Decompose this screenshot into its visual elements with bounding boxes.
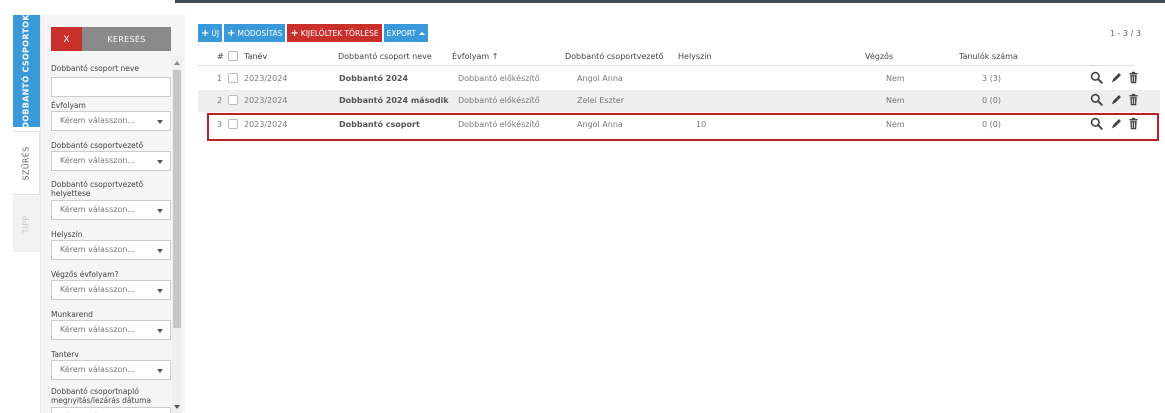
toolbar: + ÚJ + MÓDOSÍTÁS + KIJELÖLTEK TÖRLÉSE EXPOR… (198, 24, 429, 42)
col-location[interactable]: Helyszín (678, 52, 712, 61)
edit-button-label: MÓDOSÍTÁS (237, 28, 283, 38)
table-row[interactable]: 1 2023/2024 Dobbantó 2024 Dobbantó előkészí… (198, 68, 1160, 90)
col-year[interactable]: Tanév (244, 52, 267, 61)
filter-select-placeholder: Kérem válasszon... (60, 285, 136, 294)
new-button[interactable]: + ÚJ (198, 24, 223, 42)
scroll-up-arrow-icon[interactable] (174, 61, 180, 65)
filter-label: Dobbantó csoportvezető helyettese (51, 180, 144, 198)
cell-leader: Zelei Eszter (577, 96, 625, 105)
chevron-down-icon (157, 120, 163, 124)
chevron-down-icon (157, 369, 163, 373)
clear-filter-button[interactable]: X (51, 27, 82, 51)
caret-up-icon (419, 31, 426, 35)
plus-icon: + (227, 27, 236, 39)
scroll-down-arrow-icon[interactable] (174, 405, 180, 409)
delete-icon[interactable] (1127, 93, 1140, 106)
select-all-checkbox[interactable] (228, 51, 238, 61)
cell-graduating: Nem (886, 96, 905, 105)
filter-label: Dobbantó csoportnapló megnyitás/lezárás … (51, 387, 152, 405)
tab-label: SZŰRÉS (21, 146, 31, 180)
vertical-tabs: DOBBANTÓ CSOPORTOK SZŰRÉS TIPP (13, 13, 40, 413)
filter-label: Helyszín (51, 230, 83, 239)
pagination-info: 1 - 3 / 3 (1109, 29, 1141, 38)
plus-icon: + (290, 27, 299, 39)
filter-label: Évfolyam (51, 101, 86, 110)
filter-select-placeholder: Kérem válasszon... (60, 325, 136, 334)
export-button-label: EXPORT (386, 28, 417, 38)
export-button[interactable]: EXPORT (383, 24, 429, 42)
col-grade[interactable]: Évfolyam ↑ (452, 52, 498, 61)
row-checkbox[interactable] (228, 95, 238, 105)
delete-icon[interactable] (1127, 71, 1140, 84)
cell-students: 0 (0) (982, 96, 1001, 105)
cell-grade: Dobbantó előkészítő (458, 96, 540, 105)
row-number: 1 (217, 74, 223, 83)
filter-select-placeholder: Kérem válasszon... (60, 116, 136, 125)
filter-select[interactable]: Kérem válasszon... (51, 280, 171, 300)
cell-graduating: Nem (886, 74, 905, 83)
filter-select-placeholder: Kérem válasszon... (60, 205, 136, 214)
chevron-down-icon (157, 160, 163, 164)
filter-select[interactable]: Kérem válasszon... (51, 200, 171, 220)
edit-icon[interactable] (1110, 71, 1123, 84)
col-name[interactable]: Dobbantó csoport neve (338, 52, 432, 61)
row-checkbox[interactable] (228, 73, 238, 83)
filter-select[interactable]: Kérem válasszon... (51, 151, 171, 171)
tab-szures[interactable]: SZŰRÉS (13, 131, 40, 195)
cell-grade: Dobbantó előkészítő (458, 74, 540, 83)
col-leader[interactable]: Dobbantó csoportvezető (565, 52, 663, 61)
table-row[interactable]: 2 2023/2024 Dobbantó 2024 második Dobbantó … (198, 90, 1160, 112)
edit-icon[interactable] (1110, 93, 1123, 106)
filter-select[interactable]: Kérem válasszon... (51, 240, 171, 260)
delete-selected-button[interactable]: + KIJELÖLTEK TÖRLÉSE (287, 24, 382, 42)
view-icon[interactable] (1090, 71, 1103, 84)
search-button[interactable]: KERESÉS (82, 27, 171, 51)
filter-select[interactable]: Kérem válasszon... (51, 111, 171, 131)
filter-select-placeholder: Kérem válasszon... (60, 156, 136, 165)
sort-arrow-icon: ↑ (491, 52, 499, 61)
tab-label: TIPP (21, 214, 31, 234)
cell-year: 2023/2024 (244, 96, 288, 105)
col-num: # (217, 52, 224, 61)
cell-leader: Angol Anna (577, 74, 623, 83)
col-students[interactable]: Tanulók száma (959, 52, 1018, 61)
tab-tipp[interactable]: TIPP (13, 196, 40, 252)
selected-row-highlight (207, 113, 1159, 141)
filter-select-placeholder: Kérem válasszon... (60, 365, 136, 374)
filter-select-placeholder: Kérem válasszon... (60, 245, 136, 254)
cell-students: 3 (3) (982, 74, 1001, 83)
cell-year: 2023/2024 (244, 74, 288, 83)
filter-label: Dobbantó csoport neve (51, 64, 139, 73)
tab-label: DOBBANTÓ CSOPORTOK (22, 13, 32, 129)
filter-select[interactable]: Kérem válasszon... (51, 320, 171, 340)
table-header: # Tanév Dobbantó csoport neve Évfolyam ↑… (198, 48, 1134, 66)
view-icon[interactable] (1090, 93, 1103, 106)
chevron-down-icon (157, 289, 163, 293)
filter-label: Munkarend (51, 310, 93, 319)
cell-name: Dobbantó 2024 második (339, 96, 449, 105)
top-bar (0, 0, 1165, 4)
col-graduating[interactable]: Végzős (865, 52, 893, 61)
delete-button-label: KIJELÖLTEK TÖRLÉSE (300, 28, 379, 38)
tab-dobbanto-csoportok[interactable]: DOBBANTÓ CSOPORTOK (13, 13, 40, 129)
filter-scrollbar-thumb[interactable] (173, 70, 181, 328)
filter-select[interactable]: Kérem válasszon... (51, 407, 171, 413)
filter-label: Tanterv (51, 350, 79, 359)
top-bar-dark (175, 0, 1165, 3)
filter-label: Dobbantó csoportvezető (51, 141, 144, 150)
filter-fields: Dobbantó csoport neve Évfolyam Kérem válas… (51, 60, 171, 413)
chevron-down-icon (157, 249, 163, 253)
cell-name: Dobbantó 2024 (339, 74, 409, 83)
col-grade-label: Évfolyam (452, 52, 490, 61)
chevron-down-icon (157, 329, 163, 333)
chevron-down-icon (157, 209, 163, 213)
filter-select[interactable]: Kérem válasszon... (51, 360, 171, 380)
row-number: 2 (217, 96, 223, 105)
edit-button[interactable]: + MÓDOSÍTÁS (224, 24, 286, 42)
filter-name-input[interactable] (51, 77, 171, 97)
plus-icon: + (201, 27, 210, 39)
filter-label: Végzős évfolyam? (51, 270, 119, 279)
new-button-label: ÚJ (211, 28, 220, 38)
filter-panel: X KERESÉS Dobbantó csoport neve Évfolyam K… (40, 15, 185, 413)
